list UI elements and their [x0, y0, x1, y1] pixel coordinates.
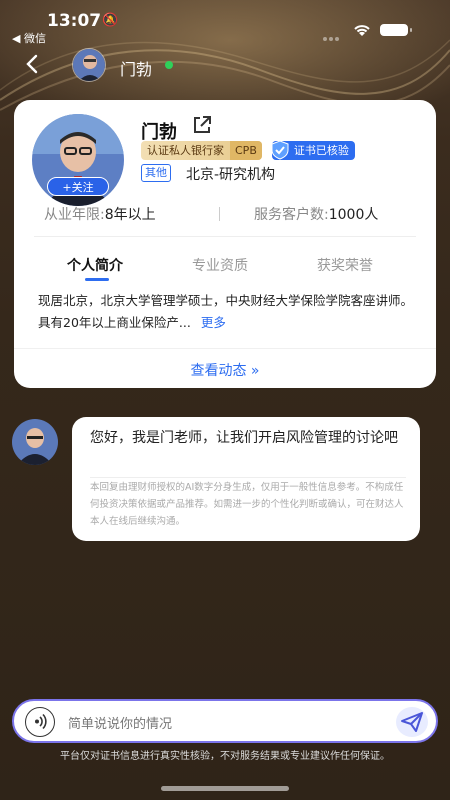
- wifi-icon: [354, 25, 370, 36]
- badge-row: 认证私人银行家 CPB 证书已核验: [141, 140, 355, 160]
- clients-stat: 服务客户数:1000人: [254, 204, 378, 224]
- send-paper-plane-icon: [401, 712, 423, 732]
- years-label: 从业年限:: [44, 207, 105, 223]
- years-value: 8年以上: [104, 207, 156, 223]
- footer-disclaimer: 平台仅对证书信息进行真实性核验，不对服务结果或专业建议作任何保证。: [60, 751, 390, 762]
- certificate-verified-badge: 证书已核验: [271, 140, 355, 160]
- chat-message-bubble: 您好，我是门老师，让我们开启风险管理的讨论吧 本回复由理财师授权的AI数字分身生…: [72, 417, 420, 541]
- send-button[interactable]: [396, 707, 428, 737]
- nav-avatar[interactable]: [72, 48, 106, 82]
- clients-value: 1000人: [328, 207, 379, 223]
- profile-card: +关注 门勃 认证私人银行家 CPB 证书已核验 其他 北京-研究机构 从业年限…: [14, 100, 436, 388]
- active-tab-indicator: [85, 278, 109, 281]
- divider: [34, 236, 416, 237]
- back-to-app-link[interactable]: ◀ 微信: [12, 30, 46, 46]
- signal-icon: [323, 26, 343, 41]
- organization-label: 北京-研究机构: [186, 167, 276, 183]
- chat-input-placeholder[interactable]: 简单说说你的情况: [68, 713, 172, 732]
- stats-row: 从业年限:8年以上 服务客户数:1000人: [44, 204, 414, 224]
- online-status-dot: [165, 61, 173, 69]
- voice-wave-icon: [35, 713, 47, 730]
- voice-input-button[interactable]: [25, 707, 55, 737]
- more-link[interactable]: 更多: [201, 315, 226, 330]
- tab-awards[interactable]: 获奖荣誉: [317, 255, 373, 275]
- tab-intro[interactable]: 个人简介: [67, 255, 123, 275]
- shield-check-icon: [271, 140, 289, 160]
- view-activity-link[interactable]: 查看动态 »: [14, 360, 436, 380]
- back-button[interactable]: [22, 52, 44, 76]
- verified-label: 证书已核验: [293, 144, 349, 157]
- home-indicator: [161, 786, 289, 791]
- divider: [90, 477, 406, 478]
- advisor-avatar-image: [12, 419, 58, 465]
- battery-icon: [380, 24, 412, 36]
- status-time: 13:07: [47, 11, 102, 31]
- bell-muted-icon: 🔕: [102, 13, 119, 28]
- ai-disclaimer-text: 本回复由理财师授权的AI数字分身生成，仅用于一般性信息参考。不构成任何投资决策依…: [90, 482, 404, 527]
- chat-avatar[interactable]: [12, 419, 58, 465]
- cpb-label: CPB: [230, 140, 262, 160]
- chat-input-bar[interactable]: 简单说说你的情况: [12, 699, 438, 743]
- tab-qualifications[interactable]: 专业资质: [192, 255, 248, 275]
- bio-text: 现居北京，北京大学管理学硕士，中央财经大学保险学院客座讲师。具有20年以上商业保…: [38, 290, 418, 334]
- certified-banker-badge: 认证私人银行家 CPB: [141, 140, 262, 160]
- divider: [14, 348, 436, 349]
- follow-button[interactable]: +关注: [47, 177, 109, 196]
- years-stat: 从业年限:8年以上: [44, 204, 156, 224]
- share-external-icon[interactable]: [191, 114, 213, 136]
- clients-label: 服务客户数:: [254, 207, 329, 223]
- nav-advisor-name: 门勃: [120, 60, 153, 79]
- category-tag: 其他: [141, 164, 171, 182]
- chat-message-text: 您好，我是门老师，让我们开启风险管理的讨论吧: [90, 430, 398, 446]
- status-bar: 13:07 🔕 ◀ 微信: [0, 0, 450, 46]
- stats-divider: [219, 207, 220, 221]
- chevron-left-icon: [26, 54, 38, 74]
- certified-banker-label: 认证私人银行家: [147, 144, 224, 157]
